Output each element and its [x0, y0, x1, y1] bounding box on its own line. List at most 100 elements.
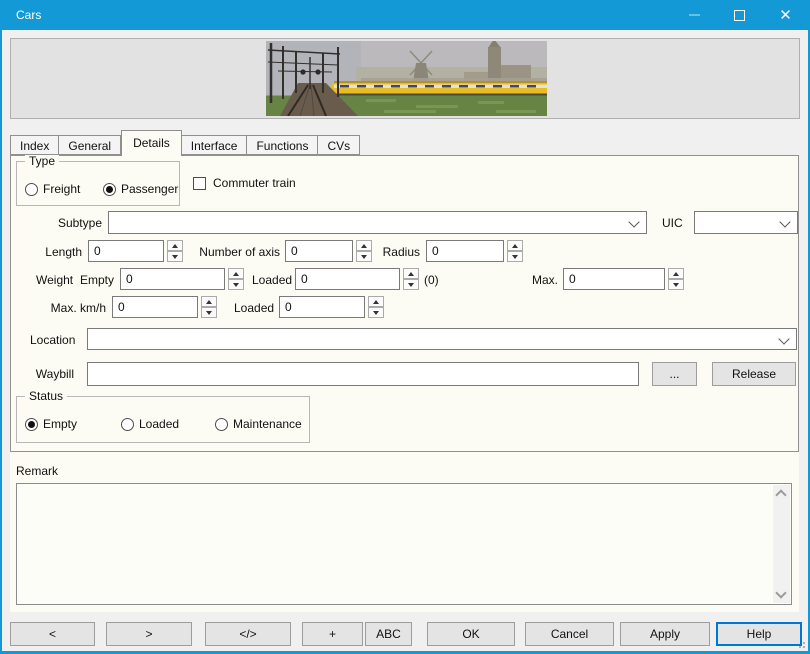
weight-max-spinner	[668, 268, 684, 290]
tab-bar: Index General Details Interface Function…	[10, 130, 360, 156]
spin-up-icon[interactable]	[167, 240, 183, 251]
close-icon: ✕	[779, 8, 792, 23]
close-button[interactable]: ✕	[763, 0, 808, 30]
status-loaded-radio[interactable]	[121, 418, 134, 431]
status-maintenance-label: Maintenance	[233, 417, 302, 432]
scroll-down-icon[interactable]	[775, 587, 786, 598]
location-label: Location	[30, 333, 74, 348]
weight-label: Weight	[36, 273, 73, 288]
ok-button[interactable]: OK	[427, 622, 515, 646]
axes-input[interactable]: 0	[285, 240, 353, 262]
uic-label: UIC	[662, 216, 683, 231]
train-photo-illustration	[266, 41, 547, 116]
window-title: Cars	[16, 8, 41, 22]
spin-up-icon[interactable]	[403, 268, 419, 279]
length-spinner	[167, 240, 183, 262]
next-button[interactable]: >	[106, 622, 192, 646]
waybill-browse-button[interactable]: ...	[652, 362, 697, 386]
chevron-down-icon	[778, 333, 789, 344]
spin-down-icon[interactable]	[507, 251, 523, 262]
code-button[interactable]: </>	[205, 622, 291, 646]
cancel-button[interactable]: Cancel	[525, 622, 614, 646]
spin-down-icon[interactable]	[403, 279, 419, 290]
tab-interface[interactable]: Interface	[182, 135, 248, 155]
type-groupbox: Type Freight Passenger	[16, 161, 180, 206]
spin-down-icon[interactable]	[368, 307, 384, 318]
length-input[interactable]: 0	[88, 240, 164, 262]
status-group-label: Status	[25, 389, 67, 404]
chevron-down-icon	[628, 216, 639, 227]
type-group-label: Type	[25, 154, 59, 169]
weight-loaded-label: Loaded	[252, 273, 292, 288]
minimize-button[interactable]	[672, 0, 717, 30]
status-empty-radio[interactable]	[25, 418, 38, 431]
axes-spinner	[356, 240, 372, 262]
status-groupbox: Status Empty Loaded Maintenance	[16, 396, 310, 443]
abc-button[interactable]: ABC	[365, 622, 412, 646]
spin-up-icon[interactable]	[356, 240, 372, 251]
waybill-release-button[interactable]: Release	[712, 362, 796, 386]
tab-details[interactable]: Details	[121, 130, 182, 156]
weight-max-label: Max.	[530, 273, 558, 288]
spin-down-icon[interactable]	[668, 279, 684, 290]
spin-up-icon[interactable]	[507, 240, 523, 251]
spin-down-icon[interactable]	[228, 279, 244, 290]
spin-up-icon[interactable]	[368, 296, 384, 307]
maximize-button[interactable]	[717, 0, 762, 30]
tab-cvs[interactable]: CVs	[318, 135, 360, 155]
passenger-radio-label: Passenger	[121, 182, 178, 197]
waybill-label: Waybill	[30, 367, 74, 382]
weight-empty-spinner	[228, 268, 244, 290]
waybill-input[interactable]	[87, 362, 639, 386]
status-empty-label: Empty	[43, 417, 77, 432]
cars-dialog-window: Cars ✕	[0, 0, 810, 654]
spin-up-icon[interactable]	[201, 296, 217, 307]
max-kmh-loaded-input[interactable]: 0	[279, 296, 365, 318]
tab-index[interactable]: Index	[10, 135, 59, 155]
spin-up-icon[interactable]	[228, 268, 244, 279]
radius-spinner	[507, 240, 523, 262]
length-label: Length	[22, 245, 82, 260]
spin-down-icon[interactable]	[356, 251, 372, 262]
max-kmh-input[interactable]: 0	[112, 296, 198, 318]
axes-label: Number of axis	[192, 245, 280, 260]
resize-grip-icon[interactable]	[795, 638, 805, 648]
spin-up-icon[interactable]	[668, 268, 684, 279]
chevron-down-icon	[779, 216, 790, 227]
commuter-train-checkbox[interactable]	[193, 177, 206, 190]
help-button[interactable]: Help	[716, 622, 802, 646]
weight-empty-label: Empty	[80, 273, 114, 288]
passenger-radio[interactable]	[103, 183, 116, 196]
scroll-up-icon[interactable]	[775, 489, 786, 500]
max-kmh-label: Max. km/h	[32, 301, 106, 316]
freight-radio-label: Freight	[43, 182, 80, 197]
freight-radio[interactable]	[25, 183, 38, 196]
remark-label: Remark	[16, 464, 58, 479]
remark-scrollbar[interactable]	[773, 485, 790, 603]
tab-general[interactable]: General	[59, 135, 121, 155]
weight-loaded-note: (0)	[424, 273, 439, 288]
spin-down-icon[interactable]	[201, 307, 217, 318]
subtype-label: Subtype	[32, 216, 102, 231]
spin-down-icon[interactable]	[167, 251, 183, 262]
add-button[interactable]: +	[302, 622, 363, 646]
weight-empty-input[interactable]: 0	[120, 268, 225, 290]
prev-button[interactable]: <	[10, 622, 95, 646]
weight-loaded-spinner	[403, 268, 419, 290]
apply-button[interactable]: Apply	[620, 622, 710, 646]
uic-combobox[interactable]	[694, 211, 798, 234]
maximize-icon	[734, 10, 745, 21]
subtype-combobox[interactable]	[108, 211, 647, 234]
max-kmh-loaded-spinner	[368, 296, 384, 318]
status-maintenance-radio[interactable]	[215, 418, 228, 431]
weight-loaded-input[interactable]: 0	[295, 268, 400, 290]
tab-functions[interactable]: Functions	[247, 135, 318, 155]
location-combobox[interactable]	[87, 328, 797, 350]
max-kmh-loaded-label: Loaded	[234, 301, 274, 316]
weight-max-input[interactable]: 0	[563, 268, 665, 290]
remark-textarea[interactable]	[16, 483, 792, 605]
radius-input[interactable]: 0	[426, 240, 504, 262]
status-loaded-label: Loaded	[139, 417, 179, 432]
radius-label: Radius	[378, 245, 420, 260]
commuter-train-label: Commuter train	[213, 176, 296, 191]
